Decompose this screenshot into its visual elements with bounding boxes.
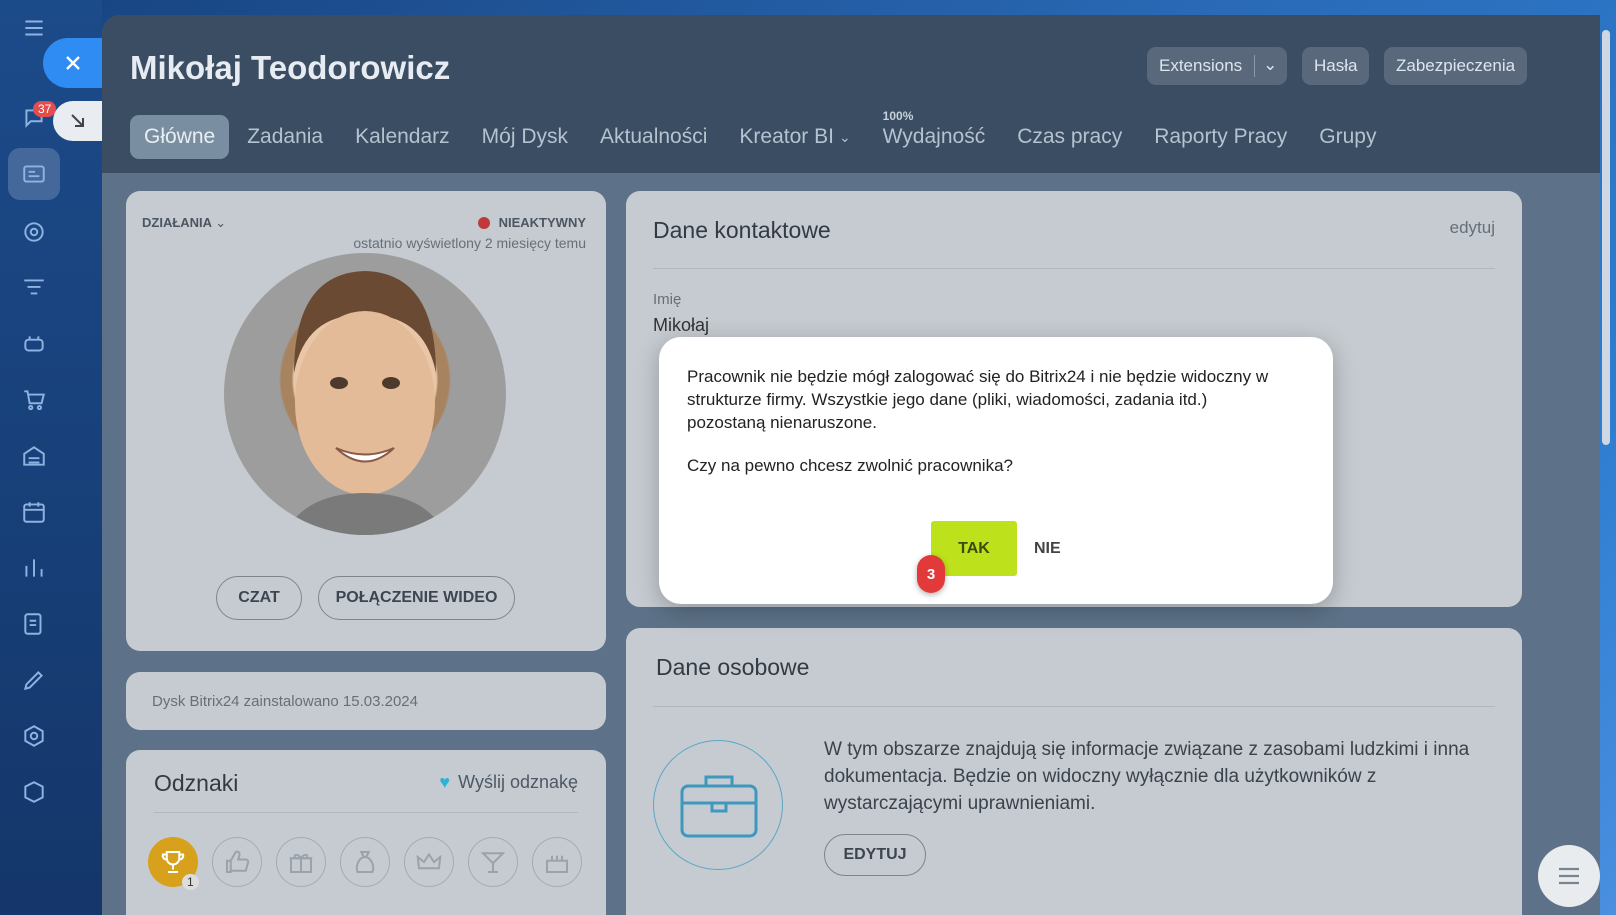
cake-icon[interactable] xyxy=(532,837,582,887)
cart-icon[interactable] xyxy=(20,386,48,414)
contact-title: Dane kontaktowe xyxy=(653,217,831,243)
badges-card: Odznaki ♥ Wyślij odznakę 1 xyxy=(126,750,606,915)
chat-button[interactable]: CZAT xyxy=(216,576,302,620)
crown-icon[interactable] xyxy=(404,837,454,887)
tab-moj-dysk[interactable]: Mój Dysk xyxy=(468,115,582,159)
tab-aktualnosci[interactable]: Aktualności xyxy=(586,115,721,159)
analytics-icon[interactable] xyxy=(20,554,48,582)
disk-info: Dysk Bitrix24 zainstalowano 15.03.2024 xyxy=(152,693,418,710)
arrow-down-right-icon xyxy=(71,114,84,127)
step-marker: 3 xyxy=(917,555,945,593)
disk-card: Dysk Bitrix24 zainstalowano 15.03.2024 xyxy=(126,672,606,730)
menu-icon[interactable] xyxy=(20,14,48,42)
divider xyxy=(653,268,1495,269)
tasks-icon[interactable] xyxy=(20,610,48,638)
money-bag-icon[interactable] xyxy=(340,837,390,887)
close-slider-button[interactable] xyxy=(43,38,103,88)
tab-grupy[interactable]: Grupy xyxy=(1305,115,1390,159)
divider xyxy=(653,706,1495,707)
feed-menu-button[interactable] xyxy=(1538,845,1600,907)
extensions-button[interactable]: Extensions ⌄ xyxy=(1147,47,1287,85)
list-icon xyxy=(1559,867,1579,885)
calendar-icon[interactable] xyxy=(20,498,48,526)
briefcase-icon xyxy=(653,740,783,870)
edit-personal-button[interactable]: EDYTUJ xyxy=(824,834,926,876)
funnel-icon[interactable] xyxy=(20,274,48,302)
settings-icon[interactable] xyxy=(20,722,48,750)
trophy-count: 1 xyxy=(182,874,199,890)
cocktail-icon[interactable] xyxy=(468,837,518,887)
confirm-dismiss-dialog: Pracownik nie będzie mógł zalogować się … xyxy=(659,337,1333,604)
close-icon xyxy=(66,56,80,70)
gift-icon[interactable] xyxy=(276,837,326,887)
performance-percent: 100% xyxy=(882,109,914,123)
profile-header: Mikołaj Teodorowicz Extensions ⌄ Hasła Za… xyxy=(102,15,1600,173)
sign-icon[interactable] xyxy=(20,666,48,694)
tab-kalendarz[interactable]: Kalendarz xyxy=(341,115,464,159)
box-icon[interactable] xyxy=(20,778,48,806)
tab-bar: Główne Zadania Kalendarz Mój Dysk Aktual… xyxy=(130,109,1394,159)
tab-zadania[interactable]: Zadania xyxy=(233,115,337,159)
warehouse-icon[interactable] xyxy=(20,442,48,470)
personal-data-card: Dane osobowe W tym obszarze znajdują się… xyxy=(626,628,1522,915)
status-badge: NIEAKTYWNY xyxy=(477,215,586,230)
tab-raporty-pracy[interactable]: Raporty Pracy xyxy=(1140,115,1301,159)
name-label: Imię xyxy=(653,291,682,308)
chevron-down-icon[interactable]: ⌄ xyxy=(1254,55,1277,77)
person-photo xyxy=(284,271,446,535)
tab-kreator-bi-label: Kreator BI xyxy=(739,125,834,148)
personal-description: W tym obszarze znajdują się informacje z… xyxy=(824,739,1470,814)
name-value: Mikołaj xyxy=(653,315,710,335)
security-button[interactable]: Zabezpieczenia xyxy=(1384,47,1528,85)
tab-glowne[interactable]: Główne xyxy=(130,115,230,159)
chevron-down-icon: ⌄ xyxy=(215,215,227,230)
dialog-question: Czy na pewno chcesz zwolnić pracownika? xyxy=(687,456,1013,475)
edit-contact-link[interactable]: edytuj xyxy=(1450,218,1495,238)
thumbs-up-icon[interactable] xyxy=(212,837,262,887)
robot-icon[interactable] xyxy=(20,330,48,358)
extensions-label: Extensions xyxy=(1159,56,1243,75)
contacts-icon[interactable] xyxy=(8,148,60,200)
tab-wydajnosc-label: Wydajność xyxy=(882,125,986,148)
send-badge-link[interactable]: ♥ Wyślij odznakę xyxy=(439,772,578,793)
divider xyxy=(154,812,578,813)
badges-title: Odznaki xyxy=(154,770,239,796)
confirm-no-button[interactable]: NIE xyxy=(1034,521,1061,576)
video-call-button[interactable]: POŁĄCZENIE WIDEO xyxy=(318,576,515,620)
tab-kreator-bi[interactable]: Kreator BI ⌄ xyxy=(725,115,864,159)
personal-title: Dane osobowe xyxy=(656,654,810,680)
passwords-button[interactable]: Hasła xyxy=(1302,47,1370,85)
actions-dropdown[interactable]: DZIAŁANIA ⌄ xyxy=(142,215,226,231)
page-title: Mikołaj Teodorowicz xyxy=(130,49,451,86)
heart-icon: ♥ xyxy=(439,772,451,792)
target-icon[interactable] xyxy=(20,218,48,246)
profile-card: DZIAŁANIA ⌄ NIEAKTYWNY ostatnio wyświetl… xyxy=(126,191,606,651)
scrollbar[interactable] xyxy=(1602,30,1610,445)
tab-wydajnosc[interactable]: 100% Wydajność xyxy=(869,109,1000,159)
dialog-message: Pracownik nie będzie mógł zalogować się … xyxy=(687,367,1269,432)
avatar xyxy=(224,253,506,535)
minimize-slider-button[interactable] xyxy=(53,101,103,141)
status-dot xyxy=(477,216,490,229)
chevron-down-icon: ⌄ xyxy=(838,128,851,145)
last-seen: ostatnio wyświetlony 2 miesięcy temu xyxy=(353,235,586,251)
tab-czas-pracy[interactable]: Czas pracy xyxy=(1003,115,1136,159)
